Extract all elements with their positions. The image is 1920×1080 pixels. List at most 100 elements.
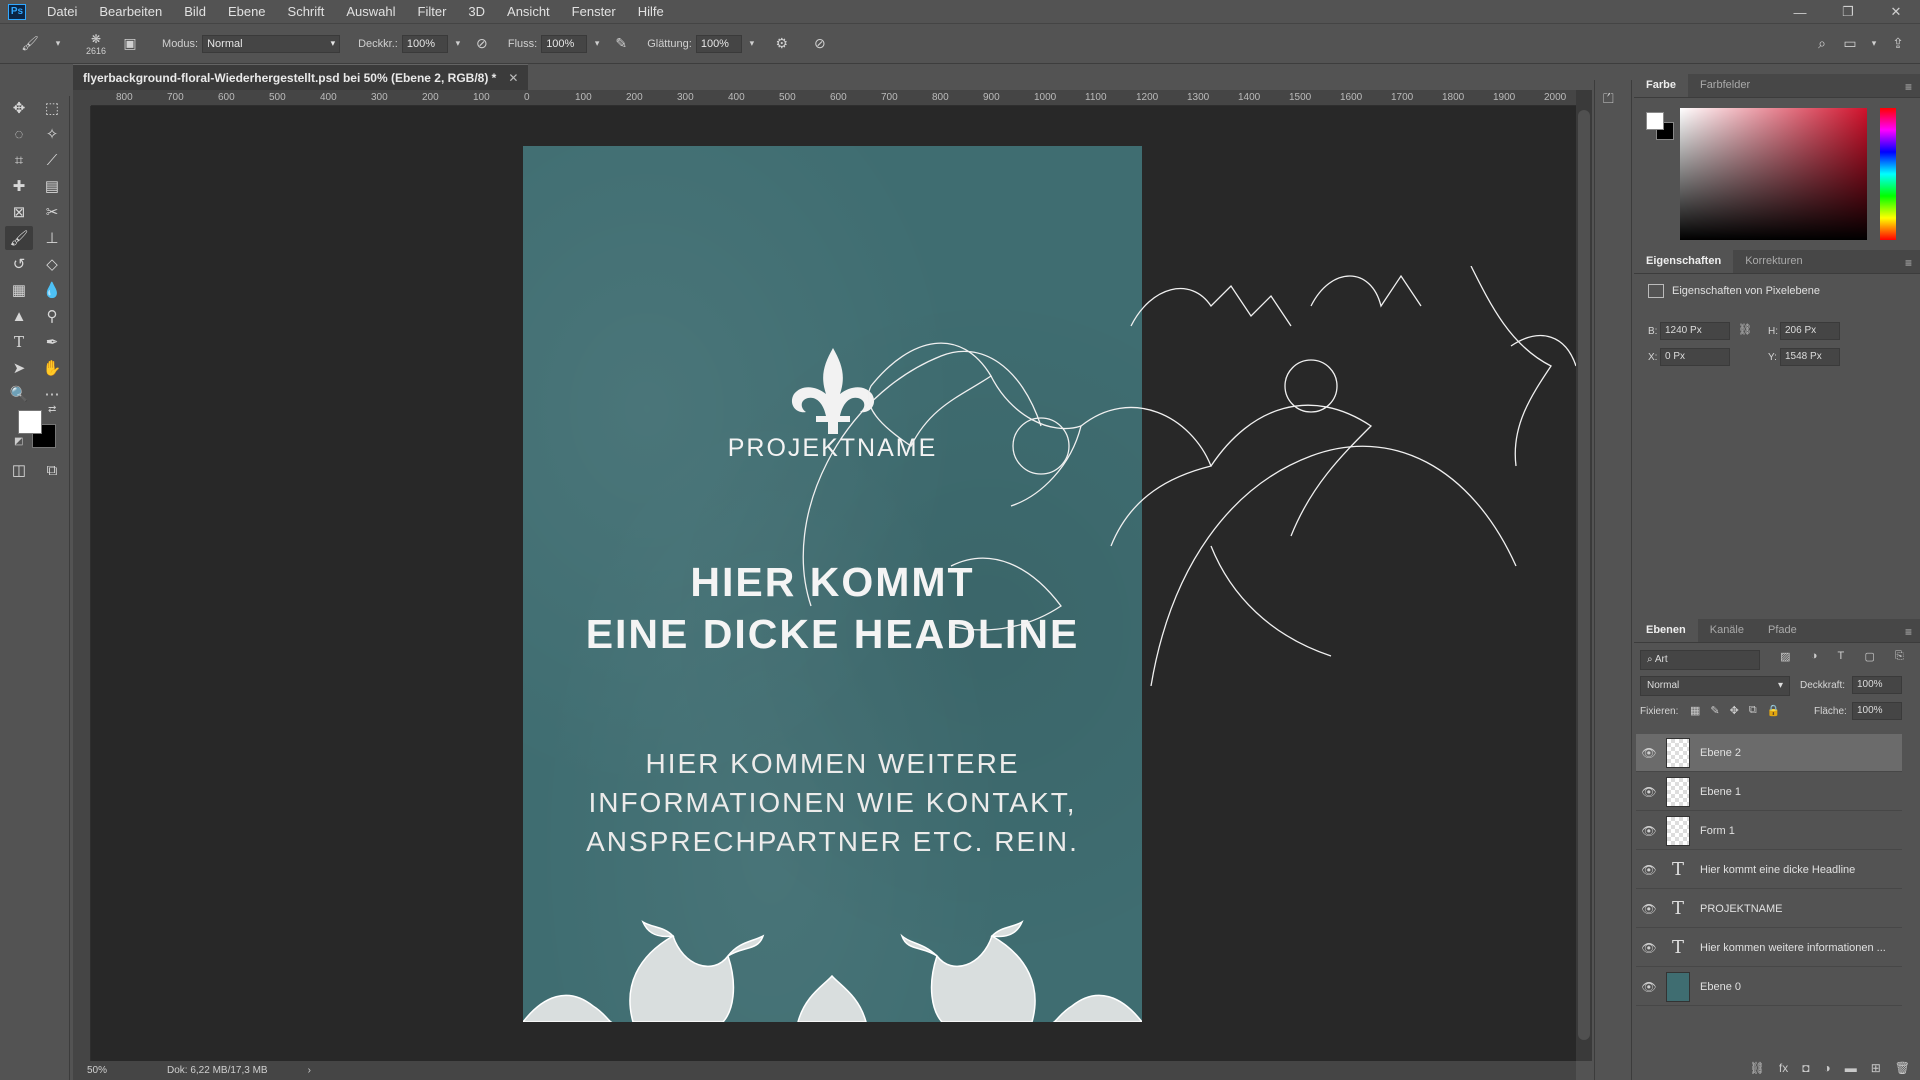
path-selection-tool-icon[interactable]: ➤ [5, 356, 33, 380]
filter-shape-icon[interactable]: ▢ [1864, 650, 1874, 670]
default-colors-icon[interactable]: ◩ [14, 436, 23, 447]
lock-all-icon[interactable]: 🔒 [1767, 704, 1781, 717]
frame-tool-icon[interactable]: ⊠ [5, 200, 33, 224]
dodge-tool-icon[interactable]: ⚲ [38, 304, 66, 328]
lock-transparency-icon[interactable]: ▦ [1690, 704, 1700, 717]
brush-preset-picker[interactable]: ❋ 2616 [86, 32, 106, 56]
fill-input[interactable]: 100% [1852, 702, 1902, 720]
airbrush-icon[interactable]: ✎ [611, 34, 631, 54]
history-panel-icon[interactable]: ⏍ [1603, 90, 1614, 107]
workspace-chevron-icon[interactable]: ▾ [1864, 34, 1884, 54]
filter-adjustment-icon[interactable]: ◑ [1811, 650, 1818, 670]
menu-item[interactable]: Fenster [561, 0, 627, 24]
layer-row[interactable]: 👁 T PROJEKTNAME [1636, 890, 1902, 928]
quick-mask-icon[interactable]: ◫ [5, 458, 33, 482]
layer-filter-select[interactable]: ⌕ Art [1640, 650, 1760, 670]
brush-tool-icon[interactable]: 🖌 [20, 34, 40, 54]
hue-slider[interactable] [1880, 108, 1896, 240]
foreground-color-swatch[interactable] [1646, 112, 1664, 130]
close-tab-icon[interactable]: ✕ [508, 71, 518, 85]
panel-menu-icon[interactable]: ≡ [1905, 625, 1912, 639]
layer-row[interactable]: 👁 T Hier kommen weitere informationen ... [1636, 929, 1902, 967]
visibility-eye-icon[interactable]: 👁 [1636, 980, 1662, 994]
visibility-eye-icon[interactable]: 👁 [1636, 824, 1662, 838]
blend-mode-select[interactable]: Normal ▾ [1640, 676, 1790, 696]
pen-tool-icon[interactable]: ✒ [38, 330, 66, 354]
y-input[interactable]: 1548 Px [1780, 348, 1840, 366]
opacity-chevron-icon[interactable]: ▾ [448, 34, 468, 54]
menu-item[interactable]: 3D [457, 0, 496, 24]
eraser-tool-icon[interactable]: ◇ [38, 252, 66, 276]
visibility-eye-icon[interactable]: 👁 [1636, 902, 1662, 916]
share-icon[interactable]: ⇪ [1888, 34, 1908, 54]
swap-colors-icon[interactable]: ⇄ [48, 404, 56, 415]
link-layers-icon[interactable]: ⛓ [1750, 1061, 1765, 1075]
tab-eigenschaften[interactable]: Eigenschaften [1634, 249, 1734, 273]
zoom-tool-icon[interactable]: 🔍 [5, 382, 33, 406]
tab-farbfelder[interactable]: Farbfelder [1688, 73, 1762, 97]
visibility-eye-icon[interactable]: 👁 [1636, 941, 1662, 955]
chevron-down-icon[interactable]: ▾ [48, 34, 68, 54]
menu-item[interactable]: Filter [407, 0, 458, 24]
menu-item[interactable]: Ebene [217, 0, 277, 24]
mode-select[interactable]: Normal ▾ [202, 34, 341, 53]
tab-farbe[interactable]: Farbe [1634, 73, 1688, 97]
x-input[interactable]: 0 Px [1660, 348, 1730, 366]
document-tab[interactable]: flyerbackground-floral-Wiederhergestellt… [73, 64, 529, 90]
gear-icon[interactable]: ⚙ [772, 34, 792, 54]
layer-mask-icon[interactable]: ◘ [1802, 1061, 1809, 1075]
type-tool-icon[interactable]: T [5, 330, 33, 354]
layer-row[interactable]: 👁 T Hier kommt eine dicke Headline [1636, 851, 1902, 889]
healing-brush-tool-icon[interactable]: ✚ [5, 174, 33, 198]
pressure-size-icon[interactable]: ⊘ [810, 34, 830, 54]
menu-item[interactable]: Bild [173, 0, 217, 24]
height-input[interactable]: 206 Px [1780, 322, 1840, 340]
screen-mode-icon[interactable]: ⧉ [38, 458, 66, 482]
link-icon[interactable]: ⛓ [1738, 323, 1752, 336]
minimize-icon[interactable]: — [1776, 0, 1824, 24]
width-input[interactable]: 1240 Px [1660, 322, 1730, 340]
layer-opacity-input[interactable]: 100% [1852, 676, 1902, 694]
menu-item[interactable]: Bearbeiten [88, 0, 173, 24]
brush-settings-icon[interactable]: ▣ [120, 34, 140, 54]
layer-row[interactable]: 👁 Form 1 [1636, 812, 1902, 850]
crop-tool-icon[interactable]: ⌗ [5, 148, 33, 172]
new-group-icon[interactable]: ▬ [1845, 1061, 1857, 1075]
restore-icon[interactable]: ❐ [1824, 0, 1872, 24]
delete-layer-icon[interactable]: 🗑 [1895, 1061, 1910, 1075]
new-layer-icon[interactable]: ⊞ [1871, 1061, 1881, 1075]
layer-row[interactable]: 👁 Ebene 1 [1636, 773, 1902, 811]
more-tools-icon[interactable]: ⋯ [38, 382, 66, 406]
filter-type-icon[interactable]: T [1838, 650, 1845, 670]
visibility-eye-icon[interactable]: 👁 [1636, 863, 1662, 877]
vertical-scrollbar-thumb[interactable] [1578, 110, 1590, 1040]
filter-pixel-icon[interactable]: ▨ [1780, 650, 1790, 670]
tab-korrekturen[interactable]: Korrekturen [1733, 249, 1814, 273]
move-tool-icon[interactable]: ✥ [5, 96, 33, 120]
lasso-tool-icon[interactable]: ◌ [5, 122, 33, 146]
history-brush-tool-icon[interactable]: ↺ [5, 252, 33, 276]
patch-tool-icon[interactable]: ▤ [38, 174, 66, 198]
panel-menu-icon[interactable]: ≡ [1905, 80, 1912, 94]
scissors-tool-icon[interactable]: ✂ [38, 200, 66, 224]
layer-row[interactable]: 👁 Ebene 0 [1636, 968, 1902, 1006]
sharpen-tool-icon[interactable]: ▲ [5, 304, 33, 328]
search-icon[interactable]: ⌕ [1812, 34, 1832, 54]
visibility-eye-icon[interactable]: 👁 [1636, 785, 1662, 799]
menu-item[interactable]: Schrift [277, 0, 336, 24]
blur-tool-icon[interactable]: 💧 [38, 278, 66, 302]
eyedropper-tool-icon[interactable]: ⟋ [38, 148, 66, 172]
layer-style-icon[interactable]: fx [1779, 1061, 1788, 1075]
filter-smart-icon[interactable]: ⎘ [1895, 650, 1904, 670]
opacity-input[interactable]: 100% [401, 34, 448, 53]
tab-kanaele[interactable]: Kanäle [1698, 618, 1756, 642]
workspace-icon[interactable]: ▭ [1840, 34, 1860, 54]
smoothing-chevron-icon[interactable]: ▾ [742, 34, 762, 54]
visibility-eye-icon[interactable]: 👁 [1636, 746, 1662, 760]
close-icon[interactable]: ✕ [1872, 0, 1920, 24]
color-picker-field[interactable] [1680, 108, 1867, 240]
zoom-level[interactable]: 50% [87, 1065, 147, 1076]
menu-item[interactable]: Hilfe [627, 0, 675, 24]
menu-item[interactable]: Datei [36, 0, 88, 24]
tab-pfade[interactable]: Pfade [1756, 618, 1809, 642]
